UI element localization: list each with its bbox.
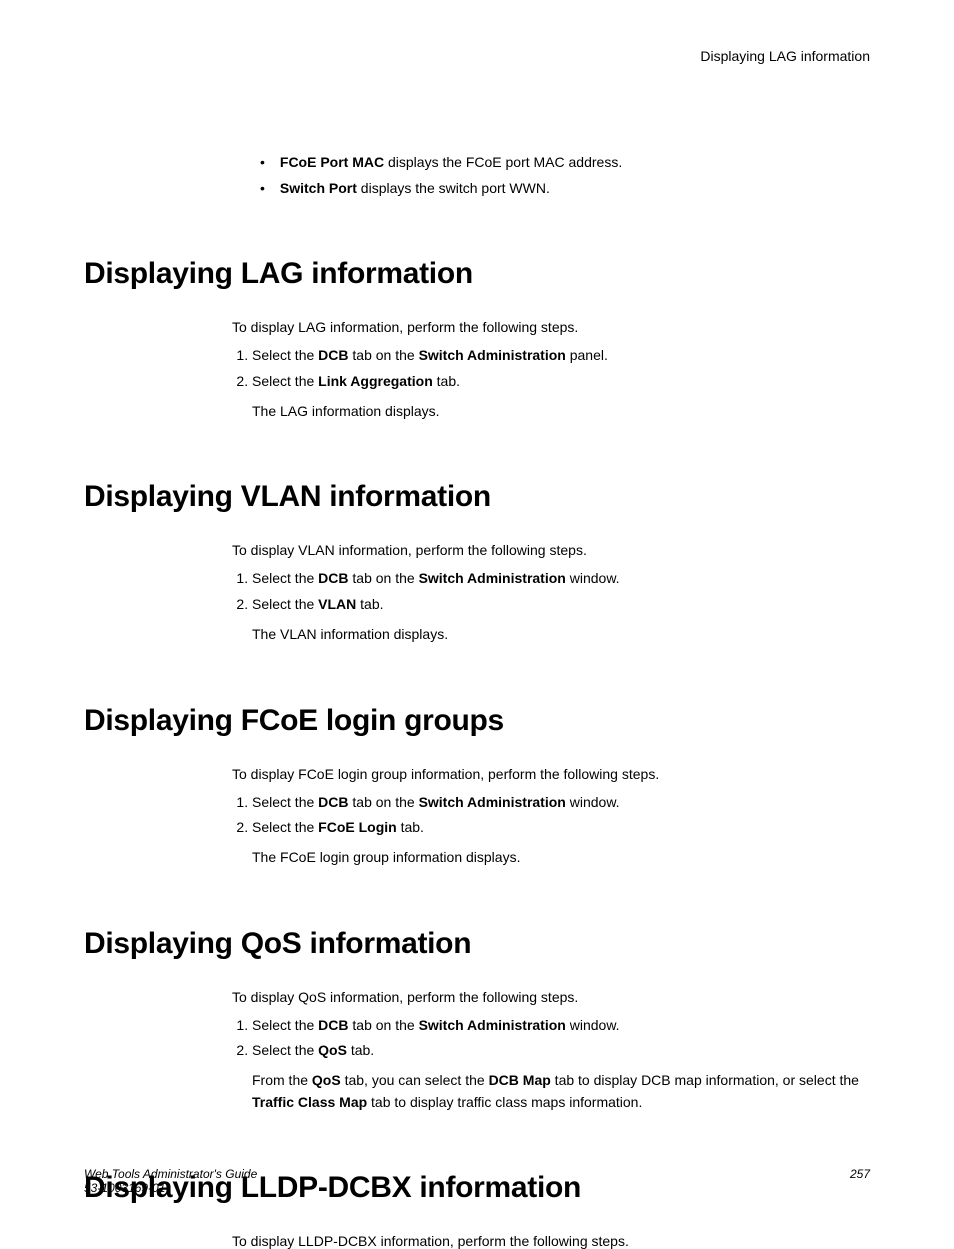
text: window. — [566, 570, 620, 586]
text: Switch Administration — [419, 1017, 566, 1033]
step-result: The LAG information displays. — [252, 401, 870, 423]
text: tab on the — [349, 1017, 419, 1033]
text: VLAN — [318, 596, 356, 612]
step-list: Select the DCB tab on the Switch Adminis… — [232, 1015, 870, 1062]
step-item: Select the Link Aggregation tab. — [252, 371, 870, 393]
text: tab, you can select the — [341, 1072, 489, 1088]
step-item: Select the DCB tab on the Switch Adminis… — [252, 1015, 870, 1037]
list-item: FCoE Port MAC displays the FCoE port MAC… — [264, 152, 870, 174]
text: tab. — [397, 819, 424, 835]
step-item: Select the QoS tab. — [252, 1040, 870, 1062]
text: From the — [252, 1072, 312, 1088]
text: Link Aggregation — [318, 373, 433, 389]
text: window. — [566, 1017, 620, 1033]
term: FCoE Port MAC — [280, 154, 384, 170]
step-list: Select the DCB tab on the Switch Adminis… — [232, 345, 870, 392]
section-heading: Displaying VLAN information — [84, 480, 870, 514]
definition: displays the switch port WWN. — [357, 180, 550, 196]
list-item: Switch Port displays the switch port WWN… — [264, 178, 870, 200]
step-item: Select the FCoE Login tab. — [252, 817, 870, 839]
page-footer: Web Tools Administrator's Guide 257 53-1… — [84, 1167, 870, 1195]
document-page: Displaying LAG information FCoE Port MAC… — [0, 0, 954, 1235]
footer-page-number: 257 — [850, 1167, 870, 1181]
text: Select the — [252, 570, 318, 586]
text: QoS — [318, 1042, 347, 1058]
section-intro: To display LLDP-DCBX information, perfor… — [232, 1233, 870, 1249]
footer-docnum: 53-1003169-01 — [84, 1181, 870, 1195]
text: tab. — [347, 1042, 374, 1058]
step-list: Select the DCB tab on the Switch Adminis… — [232, 568, 870, 615]
intro-bullet-list: FCoE Port MAC displays the FCoE port MAC… — [264, 152, 870, 199]
section-intro: To display QoS information, perform the … — [232, 989, 870, 1005]
text: Select the — [252, 1042, 318, 1058]
text: QoS — [312, 1072, 341, 1088]
text: DCB Map — [489, 1072, 551, 1088]
step-result: From the QoS tab, you can select the DCB… — [252, 1070, 870, 1113]
footer-title: Web Tools Administrator's Guide — [84, 1167, 257, 1181]
text: Select the — [252, 596, 318, 612]
step-list: Select the DCB tab on the Switch Adminis… — [232, 792, 870, 839]
text: tab to display traffic class maps inform… — [367, 1094, 642, 1110]
section-intro: To display VLAN information, perform the… — [232, 542, 870, 558]
text: Select the — [252, 373, 318, 389]
text: Select the — [252, 794, 318, 810]
definition: displays the FCoE port MAC address. — [384, 154, 622, 170]
text: Select the — [252, 1017, 318, 1033]
text: tab. — [356, 596, 383, 612]
text: Switch Administration — [419, 347, 566, 363]
step-result: The VLAN information displays. — [252, 624, 870, 646]
section-intro: To display FCoE login group information,… — [232, 766, 870, 782]
text: tab on the — [349, 570, 419, 586]
running-header: Displaying LAG information — [84, 48, 870, 64]
text: tab to display DCB map information, or s… — [551, 1072, 859, 1088]
section-intro: To display LAG information, perform the … — [232, 319, 870, 335]
section-heading: Displaying FCoE login groups — [84, 704, 870, 738]
text: Select the — [252, 819, 318, 835]
step-result: The FCoE login group information display… — [252, 847, 870, 869]
text: DCB — [318, 794, 348, 810]
term: Switch Port — [280, 180, 357, 196]
step-item: Select the VLAN tab. — [252, 594, 870, 616]
section-heading: Displaying QoS information — [84, 927, 870, 961]
text: DCB — [318, 1017, 348, 1033]
text: DCB — [318, 570, 348, 586]
text: Traffic Class Map — [252, 1094, 367, 1110]
text: panel. — [566, 347, 608, 363]
text: DCB — [318, 347, 348, 363]
step-item: Select the DCB tab on the Switch Adminis… — [252, 345, 870, 367]
text: tab on the — [349, 794, 419, 810]
text: FCoE Login — [318, 819, 397, 835]
section-heading: Displaying LAG information — [84, 257, 870, 291]
text: Select the — [252, 347, 318, 363]
text: tab on the — [349, 347, 419, 363]
step-item: Select the DCB tab on the Switch Adminis… — [252, 792, 870, 814]
text: window. — [566, 794, 620, 810]
text: Switch Administration — [419, 570, 566, 586]
text: tab. — [433, 373, 460, 389]
text: Switch Administration — [419, 794, 566, 810]
step-item: Select the DCB tab on the Switch Adminis… — [252, 568, 870, 590]
